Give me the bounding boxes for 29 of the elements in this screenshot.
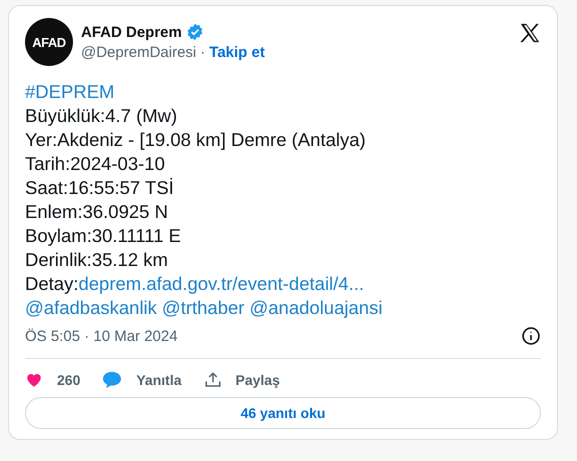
mention-link[interactable]: @trthaber [162, 296, 244, 320]
tweet-line: Büyüklük:4.7 (Mw) [25, 104, 178, 128]
detail-label: Detay: [25, 273, 78, 294]
like-button[interactable]: 260 [25, 371, 80, 389]
author-handle[interactable]: @DepremDairesi [81, 44, 196, 61]
tweet-line: Saat:16:55:57 TSİ [25, 176, 175, 200]
x-logo-icon[interactable] [519, 22, 541, 44]
avatar-logo[interactable]: AFAD [25, 18, 73, 66]
tweet-line: Boylam:30.11111 E [25, 224, 182, 248]
verified-badge-icon [186, 23, 204, 41]
separator-dot: · [200, 44, 206, 61]
share-button[interactable]: Paylaş [204, 371, 280, 389]
heart-icon [25, 371, 43, 389]
speech-bubble-icon [102, 371, 122, 389]
detail-link[interactable]: deprem.afad.gov.tr/event-detail/4... [78, 273, 364, 294]
follow-link[interactable]: Takip et [209, 44, 265, 61]
tweet-line: Enlem:36.0925 N [25, 200, 169, 224]
tweet-line: Derinlik:35.12 km [25, 248, 169, 272]
read-replies-button[interactable]: 46 yanıtı oku [25, 397, 541, 429]
mention-link[interactable]: @afadbaskanlik [25, 296, 157, 320]
author-name[interactable]: AFAD Deprem [81, 24, 182, 40]
mention-link[interactable]: @anadoluajansi [249, 296, 382, 320]
hashtag-link[interactable]: #DEPREM [25, 81, 114, 102]
tweet-line: Yer:Akdeniz - [19.08 km] Demre (Antalya) [25, 128, 367, 152]
timestamp[interactable]: ÖS 5:05 · 10 Mar 2024 [25, 328, 178, 344]
info-icon[interactable] [521, 326, 541, 346]
tweet-line: Tarih:2024-03-10 [25, 152, 166, 176]
reply-button[interactable]: Yanıtla [102, 371, 182, 389]
share-icon [204, 371, 222, 389]
